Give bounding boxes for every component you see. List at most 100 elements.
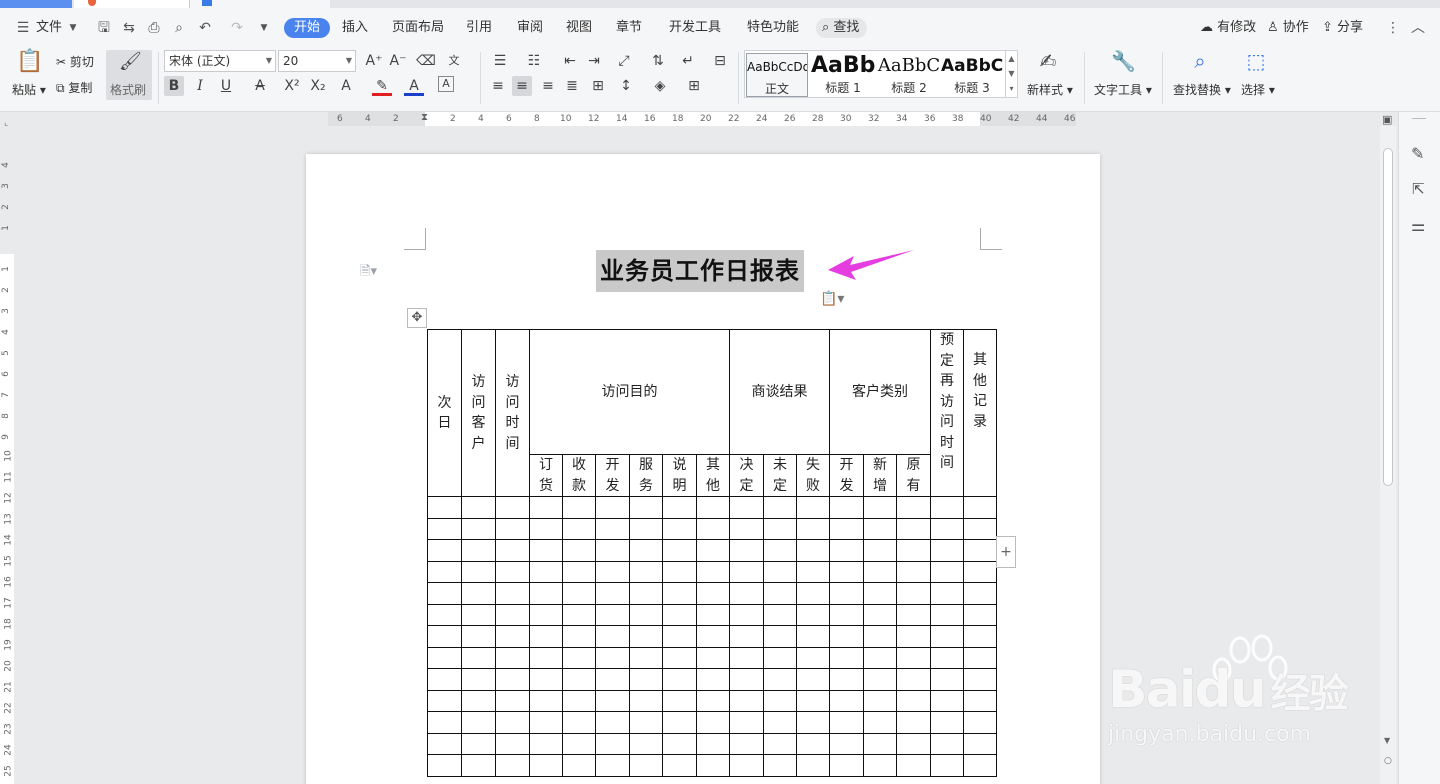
table-cell[interactable] (763, 646, 797, 669)
tab-insert[interactable]: 插入 (342, 18, 368, 38)
table-cell[interactable] (863, 711, 897, 734)
table-cell[interactable] (427, 560, 462, 583)
table-cell[interactable] (896, 625, 931, 648)
report-table[interactable]: 次日 访问客户 访问时间 访问目的 商谈结果 客户类别 预定再访问时间 其他记录… (427, 329, 997, 777)
table-cell[interactable] (495, 689, 530, 712)
table-cell[interactable] (495, 539, 530, 562)
sub-order[interactable]: 订货 (529, 454, 563, 497)
tab-chapter[interactable]: 章节 (616, 18, 642, 38)
table-cell[interactable] (863, 732, 897, 755)
table-cell[interactable] (930, 560, 964, 583)
print-preview-icon[interactable]: ⌕ (170, 19, 188, 37)
tab-stop-selector-icon[interactable]: ⌞ (4, 118, 8, 128)
new-style-button[interactable]: 新样式 ▾ (1027, 81, 1073, 98)
table-cell[interactable] (562, 539, 596, 562)
table-cell[interactable] (595, 646, 630, 669)
table-cell[interactable] (763, 539, 797, 562)
table-cell[interactable] (595, 582, 630, 605)
scrollbar-thumb[interactable] (1383, 148, 1393, 486)
print-icon[interactable]: ⎙ (145, 19, 163, 37)
table-cell[interactable] (461, 539, 496, 562)
table-cell[interactable] (963, 582, 997, 605)
table-cell[interactable] (495, 668, 530, 691)
style-heading-2[interactable]: AaBbC 标题 2 (877, 53, 941, 97)
table-cell[interactable] (461, 732, 496, 755)
decrease-indent-icon[interactable]: ⇤ (560, 51, 580, 71)
table-cell[interactable] (896, 582, 931, 605)
table-cell[interactable] (829, 582, 864, 605)
tab-special[interactable]: 特色功能 (747, 18, 799, 38)
table-cell[interactable] (896, 496, 931, 519)
table-cell[interactable] (963, 603, 997, 626)
table-cell[interactable] (896, 668, 931, 691)
table-cell[interactable] (629, 732, 663, 755)
tab-page-layout[interactable]: 页面布局 (392, 18, 444, 38)
header-day[interactable]: 次日 (427, 329, 462, 497)
grow-font-icon[interactable]: A⁺ (364, 51, 384, 71)
table-cell[interactable] (729, 496, 764, 519)
table-cell[interactable] (461, 625, 496, 648)
table-cell[interactable] (427, 603, 462, 626)
text-tools-button[interactable]: 文字工具 ▾ (1094, 81, 1152, 98)
table-cell[interactable] (461, 754, 496, 777)
sub-service[interactable]: 服务 (629, 454, 663, 497)
table-cell[interactable] (696, 711, 730, 734)
table-cell[interactable] (796, 646, 830, 669)
table-cell[interactable] (930, 517, 964, 540)
table-cell[interactable] (461, 582, 496, 605)
sub-undecided[interactable]: 未定 (763, 454, 797, 497)
table-cell[interactable] (662, 539, 697, 562)
table-cell[interactable] (863, 517, 897, 540)
table-cell[interactable] (562, 668, 596, 691)
select-button[interactable]: 选择 ▾ (1241, 81, 1275, 98)
tab-dev-tools[interactable]: 开发工具 (669, 18, 721, 38)
table-cell[interactable] (796, 689, 830, 712)
table-cell[interactable] (562, 517, 596, 540)
table-cell[interactable] (863, 668, 897, 691)
table-cell[interactable] (930, 582, 964, 605)
table-cell[interactable] (963, 560, 997, 583)
table-cell[interactable] (662, 668, 697, 691)
sub-collect[interactable]: 收款 (562, 454, 596, 497)
table-cell[interactable] (729, 560, 764, 583)
customize-icon[interactable]: ▼ (255, 19, 273, 37)
table-cell[interactable] (461, 603, 496, 626)
table-cell[interactable] (427, 582, 462, 605)
tab-document-1[interactable] (74, 0, 190, 8)
font-size-select[interactable]: 20 ▼ (278, 50, 356, 72)
table-cell[interactable] (662, 711, 697, 734)
table-cell[interactable] (461, 668, 496, 691)
sub-develop[interactable]: 开发 (595, 454, 630, 497)
table-cell[interactable] (662, 496, 697, 519)
table-cell[interactable] (629, 689, 663, 712)
paragraph-handle-icon[interactable]: 🗎▾ (360, 262, 377, 284)
table-cell[interactable] (763, 689, 797, 712)
table-cell[interactable] (595, 732, 630, 755)
table-cell[interactable] (696, 517, 730, 540)
header-client[interactable]: 访问客户 (461, 329, 496, 497)
subscript-icon[interactable]: X₂ (308, 76, 328, 96)
table-cell[interactable] (427, 711, 462, 734)
table-cell[interactable] (729, 582, 764, 605)
table-cell[interactable] (529, 711, 563, 734)
table-cell[interactable] (495, 582, 530, 605)
table-cell[interactable] (529, 560, 563, 583)
table-cell[interactable] (629, 517, 663, 540)
shading-icon[interactable]: ◈ (650, 76, 670, 96)
table-cell[interactable] (763, 560, 797, 583)
shrink-font-icon[interactable]: A⁻ (388, 51, 408, 71)
table-cell[interactable] (427, 668, 462, 691)
find-replace-button[interactable]: 查找替换 ▾ (1173, 81, 1231, 98)
copy-button[interactable]: ⧉ 复制 (56, 79, 92, 96)
table-cell[interactable] (427, 496, 462, 519)
table-cell[interactable] (963, 496, 997, 519)
table-cell[interactable] (930, 689, 964, 712)
paste-options-icon[interactable]: 📋▾ (820, 291, 844, 307)
tab-review[interactable]: 审阅 (517, 18, 543, 38)
table-cell[interactable] (461, 646, 496, 669)
share-button[interactable]: ⇪ 分享 (1322, 18, 1363, 38)
table-cell[interactable] (696, 582, 730, 605)
table-cell[interactable] (829, 625, 864, 648)
table-cell[interactable] (495, 711, 530, 734)
table-cell[interactable] (863, 560, 897, 583)
